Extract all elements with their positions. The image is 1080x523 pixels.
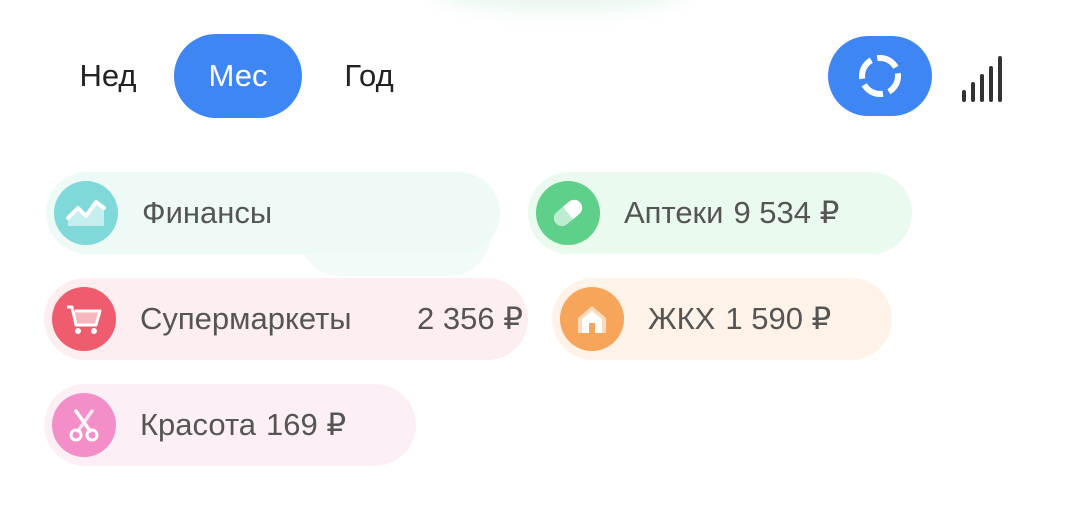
- category-chip-utilities[interactable]: ЖКХ 1 590 ₽: [552, 278, 892, 360]
- category-chip-pharmacy[interactable]: Аптеки 9 534 ₽: [528, 172, 912, 254]
- category-amount: 169 ₽: [266, 407, 347, 442]
- bar-chart-icon-bar: [998, 56, 1002, 102]
- category-label: Финансы: [142, 195, 273, 230]
- bar-chart-icon: [962, 90, 966, 102]
- bar-view-button[interactable]: [956, 50, 1012, 102]
- pill-icon: [536, 181, 600, 245]
- category-amount: 2 356 ₽: [417, 301, 523, 336]
- category-label: Супермаркеты: [140, 301, 352, 336]
- category-amount: 1 590 ₽: [725, 301, 832, 336]
- category-chip-finance[interactable]: Финансы: [46, 172, 500, 254]
- bar-chart-icon-bar: [971, 82, 975, 102]
- bar-chart-icon-bar: [980, 74, 984, 102]
- category-label: ЖКХ: [648, 301, 716, 336]
- period-year-tab[interactable]: Год: [302, 34, 436, 118]
- donut-view-button[interactable]: [828, 36, 932, 116]
- house-icon: [560, 287, 624, 351]
- category-chip-supermarket[interactable]: Супермаркеты 2 356 ₽: [44, 278, 528, 360]
- period-month-tab[interactable]: Мес: [174, 34, 302, 118]
- period-selector: Нед Мес Год: [44, 34, 436, 118]
- category-label: Аптеки: [624, 195, 724, 230]
- category-amount: 9 534 ₽: [733, 195, 840, 230]
- top-decoration: [430, 0, 690, 10]
- category-chip-beauty[interactable]: Красота 169 ₽: [44, 384, 416, 466]
- trend-chart-icon: [54, 181, 118, 245]
- scissors-icon: [52, 393, 116, 457]
- donut-chart-icon: [859, 55, 901, 97]
- bar-chart-icon-bar: [989, 66, 993, 102]
- category-label: Красота: [140, 407, 257, 442]
- period-week-tab[interactable]: Нед: [44, 34, 172, 118]
- cart-icon: [52, 287, 116, 351]
- text-fade: [276, 172, 366, 254]
